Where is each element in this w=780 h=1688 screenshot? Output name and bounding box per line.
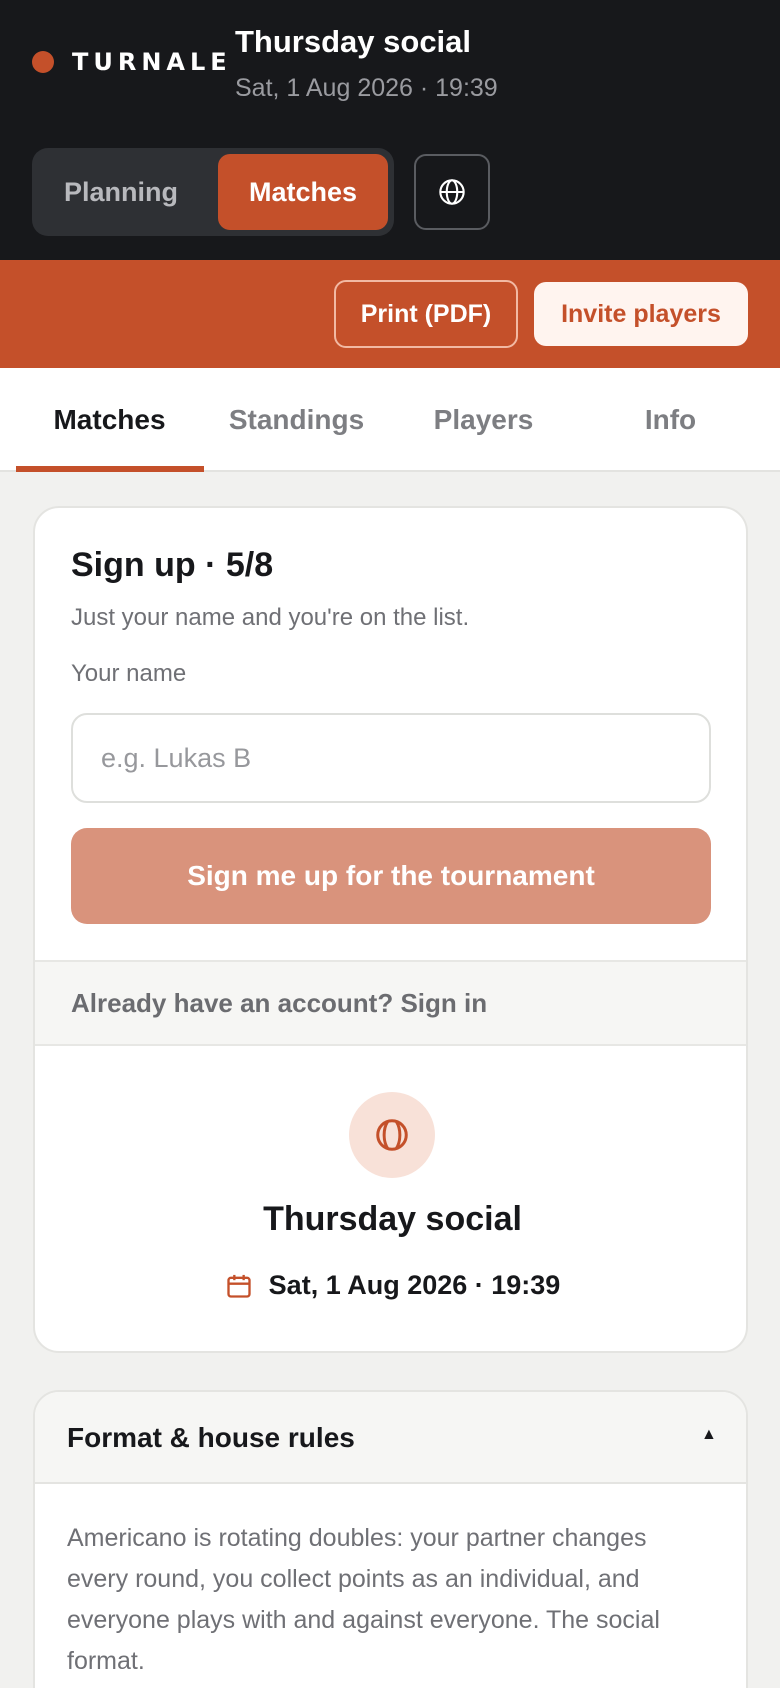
calendar-icon [227, 1274, 251, 1298]
brand-dot-icon [32, 51, 54, 73]
language-button[interactable] [414, 154, 490, 230]
rules-text: Americano is rotating doubles: your part… [67, 1524, 660, 1675]
event-date-row: Sat, 1 Aug 2026 · 19:39 [35, 1270, 746, 1301]
signin-link[interactable]: Already have an account? Sign in [71, 988, 487, 1019]
rules-header[interactable]: Format & house rules ▲ [35, 1392, 746, 1484]
top-header: TURNALE Thursday social Sat, 1 Aug 2026 … [0, 0, 780, 260]
event-date-text: Sat, 1 Aug 2026 · 19:39 [268, 1270, 561, 1300]
mode-switch: Planning Matches [32, 148, 394, 236]
tab-standings[interactable]: Standings [203, 368, 390, 472]
tab-players[interactable]: Players [390, 368, 577, 472]
action-bar: Print (PDF) Invite players [0, 260, 780, 368]
brand-name: TURNALE [72, 48, 232, 76]
event-icon-badge [349, 1092, 435, 1178]
signup-title: Sign up · 5/8 [71, 546, 274, 584]
tab-matches[interactable]: Matches [16, 368, 203, 472]
name-input[interactable] [71, 713, 711, 803]
brand-logo[interactable]: TURNALE [32, 48, 232, 76]
event-title: Thursday social [235, 24, 472, 59]
signup-card: Sign up · 5/8 Just your name and you're … [33, 506, 748, 1353]
rules-card: Format & house rules ▲ Americano is rota… [33, 1390, 748, 1688]
active-tab-indicator [16, 466, 204, 472]
matches-mode-button[interactable]: Matches [218, 154, 388, 230]
tab-bar: Matches Standings Players Info [0, 368, 780, 472]
tab-info[interactable]: Info [577, 368, 764, 472]
signup-button[interactable]: Sign me up for the tournament [71, 828, 711, 924]
rules-title: Format & house rules [67, 1422, 355, 1453]
signup-subtitle: Just your name and you're on the list. [71, 604, 470, 631]
signin-strip[interactable]: Already have an account? Sign in [35, 960, 746, 1046]
event-name: Thursday social [263, 1200, 522, 1238]
globe-icon [439, 179, 465, 205]
event-datetime: Sat, 1 Aug 2026 · 19:39 [235, 74, 498, 102]
invite-players-button[interactable]: Invite players [534, 282, 748, 346]
print-pdf-button[interactable]: Print (PDF) [334, 280, 518, 348]
name-field-label: Your name [71, 660, 187, 687]
padel-ball-icon [376, 1119, 408, 1151]
planning-mode-button[interactable]: Planning [38, 154, 204, 230]
caret-up-icon[interactable]: ▲ [701, 1426, 717, 1444]
